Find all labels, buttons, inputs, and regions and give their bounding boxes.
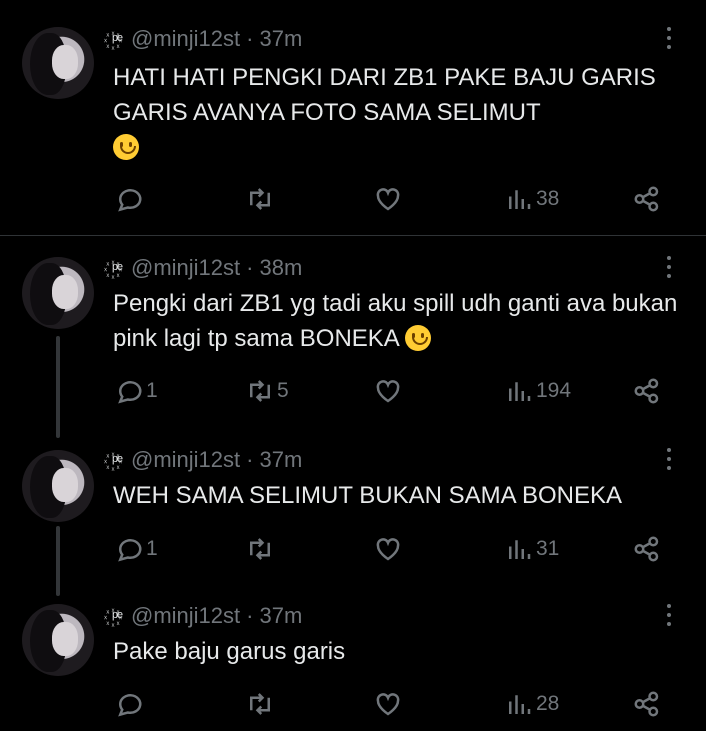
retweet-button[interactable] — [245, 686, 277, 722]
avatar[interactable] — [22, 27, 94, 99]
name-decoration: ꙰ᵖᵉ — [113, 32, 123, 49]
views-chart-icon — [509, 382, 531, 401]
retweet-icon — [250, 188, 270, 210]
share-button[interactable] — [632, 686, 662, 722]
views-chart-icon — [509, 540, 531, 559]
views-button[interactable]: 194 — [504, 373, 571, 409]
views-chart-icon — [509, 190, 531, 209]
tweet-text: WEH SAMA SELIMUT BUKAN SAMA BONEKA — [113, 482, 623, 509]
retweet-icon — [250, 693, 270, 715]
separator: · — [246, 603, 254, 628]
retweet-button[interactable] — [245, 181, 277, 217]
tweet-text: HATI HATI PENGKI DARI ZB1 PAKE BAJU GARI… — [113, 60, 683, 165]
tweet-header: ꙰ᵖᵉ @minji12st · 38m — [113, 255, 302, 281]
avatar[interactable] — [22, 450, 94, 522]
share-button[interactable] — [632, 373, 662, 409]
name-decoration: ꙰ᵖᵉ — [113, 261, 123, 278]
tweet-header: ꙰ᵖᵉ @minji12st · 37m — [113, 603, 302, 629]
separator: · — [246, 26, 254, 51]
reply-button[interactable] — [114, 686, 146, 722]
tweet-actions: 1 5 194 — [0, 373, 706, 409]
tweet-actions: 1 31 — [0, 531, 706, 567]
user-handle[interactable]: @minji12st — [131, 603, 240, 629]
share-icon — [634, 378, 659, 404]
tweet-actions: 28 — [0, 686, 706, 722]
heart-icon — [376, 693, 400, 716]
more-vertical-icon[interactable] — [666, 27, 672, 49]
user-handle[interactable]: @minji12st — [131, 26, 240, 52]
reply-icon — [118, 189, 142, 212]
tweet-header: ꙰ᵖᵉ @minji12st · 37m — [113, 447, 302, 473]
retweet-button[interactable] — [245, 531, 277, 567]
timestamp[interactable]: 38m — [259, 255, 302, 281]
tweet-header: ꙰ᵖᵉ @minji12st · 37m — [113, 26, 302, 52]
share-button[interactable] — [632, 181, 662, 217]
slightly-smiling-face-icon — [113, 134, 139, 160]
share-icon — [634, 186, 659, 212]
tweet-actions: 38 — [0, 181, 706, 217]
reply-button[interactable]: 1 — [114, 531, 158, 567]
slightly-smiling-face-icon — [405, 325, 432, 351]
views-button[interactable]: 31 — [504, 531, 559, 567]
like-button[interactable] — [373, 531, 403, 567]
like-button[interactable] — [373, 181, 403, 217]
retweet-icon — [250, 538, 270, 560]
share-icon — [634, 691, 659, 717]
divider — [0, 235, 706, 236]
user-handle[interactable]: @minji12st — [131, 447, 240, 473]
reply-icon — [118, 694, 142, 717]
reply-button[interactable]: 1 — [114, 373, 158, 409]
avatar[interactable] — [22, 257, 94, 329]
views-chart-icon — [509, 695, 531, 714]
heart-icon — [376, 188, 400, 211]
retweet-icon — [250, 380, 270, 402]
retweet-button[interactable]: 5 — [245, 373, 289, 409]
timestamp[interactable]: 37m — [259, 447, 302, 473]
share-button[interactable] — [632, 531, 662, 567]
heart-icon — [376, 380, 400, 403]
views-button[interactable]: 38 — [504, 181, 559, 217]
user-handle[interactable]: @minji12st — [131, 255, 240, 281]
name-decoration: ꙰ᵖᵉ — [113, 609, 123, 626]
tweet-text: Pengki dari ZB1 yg tadi aku spill udh ga… — [113, 290, 685, 352]
timestamp[interactable]: 37m — [259, 603, 302, 629]
share-icon — [634, 536, 659, 562]
more-vertical-icon[interactable] — [666, 256, 672, 278]
separator: · — [246, 447, 254, 472]
more-vertical-icon[interactable] — [666, 604, 672, 626]
like-button[interactable] — [373, 373, 403, 409]
more-vertical-icon[interactable] — [666, 448, 672, 470]
tweet-text: Pake baju garus garis — [113, 638, 346, 665]
avatar[interactable] — [22, 604, 94, 676]
like-button[interactable] — [373, 686, 403, 722]
views-button[interactable]: 28 — [504, 686, 559, 722]
heart-icon — [376, 538, 400, 561]
name-decoration: ꙰ᵖᵉ — [113, 453, 123, 470]
timestamp[interactable]: 37m — [259, 26, 302, 52]
reply-icon — [118, 381, 142, 404]
reply-button[interactable] — [114, 181, 146, 217]
separator: · — [246, 255, 254, 280]
reply-icon — [118, 539, 142, 562]
